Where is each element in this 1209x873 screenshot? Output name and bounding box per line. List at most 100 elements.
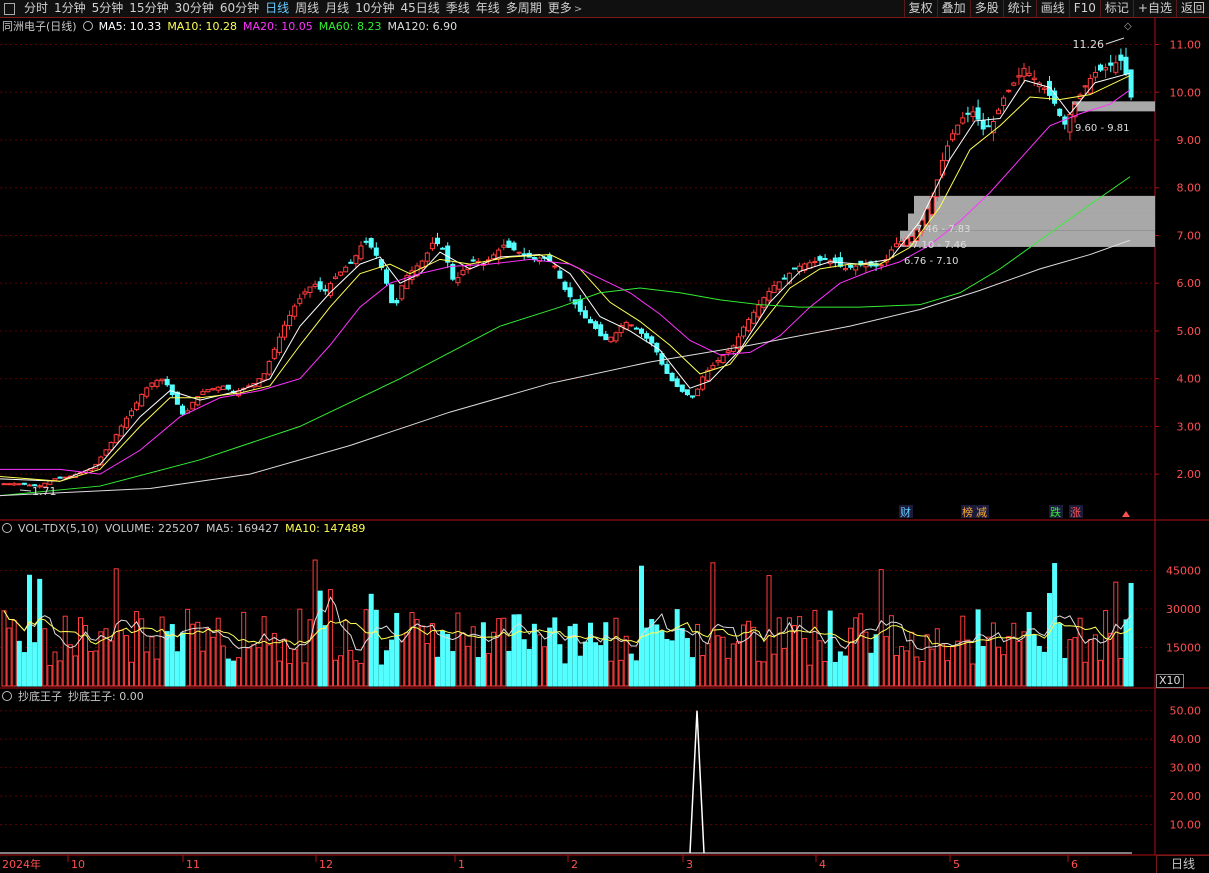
candle-body — [603, 333, 609, 341]
candle-body — [531, 257, 537, 260]
candle-body — [108, 441, 114, 451]
volume-bar — [327, 589, 333, 687]
volume-bar — [970, 663, 976, 687]
volume-bar — [287, 663, 293, 687]
candle-body — [322, 289, 328, 292]
volume-bar — [588, 622, 593, 687]
indicator-settings-icon[interactable] — [2, 691, 12, 701]
candle-body — [577, 299, 583, 312]
volume-bar — [404, 632, 410, 687]
candle-body — [129, 410, 134, 417]
candle-body — [353, 255, 359, 265]
candle-body — [287, 314, 293, 327]
candle-body — [1108, 62, 1114, 66]
volume-bar — [807, 664, 813, 687]
volume-bar — [322, 625, 328, 687]
volume-bar — [200, 650, 206, 687]
candle-body — [812, 261, 818, 264]
volume-bar — [802, 637, 808, 687]
ind-tick-label-1: 20.00 — [1170, 790, 1202, 803]
volume-bar — [608, 660, 614, 687]
main-info-line: 同洲电子(日线) MA5: 10.33 MA10: 10.28 MA20: 10.05… — [2, 20, 469, 34]
volume-bar — [506, 650, 512, 687]
volume-value: VOLUME: 225207 — [104, 522, 200, 535]
volume-bar — [450, 651, 456, 687]
volume-bar — [822, 660, 828, 687]
gap-label-1: 7.46 - 7.83 — [916, 224, 971, 235]
volume-bar — [465, 645, 471, 687]
candle-body — [792, 267, 797, 270]
volume-bar — [654, 624, 660, 687]
candle-body — [669, 372, 675, 382]
volume-bar — [1052, 563, 1058, 687]
volume-bar — [1011, 622, 1017, 687]
candle-body — [945, 145, 950, 161]
volume-bar — [363, 609, 369, 687]
volume-bar — [373, 609, 379, 687]
ind-tick-label-3: 40.00 — [1170, 733, 1202, 746]
volume-bar — [424, 643, 430, 687]
settings-circle-icon[interactable] — [82, 21, 93, 31]
candle-body — [1031, 77, 1037, 81]
volume-bar — [1016, 640, 1022, 687]
candle-body — [1123, 56, 1129, 75]
candle-body — [384, 269, 389, 284]
main-tick-label-9: 11.00 — [1170, 39, 1202, 52]
candle-body — [460, 269, 466, 276]
candle-body — [511, 242, 517, 251]
volume-bar — [57, 660, 63, 687]
candle-body — [292, 305, 298, 317]
volume-bar — [123, 635, 129, 687]
volume-bar — [353, 660, 359, 687]
volume-bar — [715, 635, 721, 687]
volume-bar — [282, 638, 287, 687]
candle-body — [261, 373, 267, 381]
candle-body — [307, 286, 313, 293]
candle-body — [373, 247, 379, 256]
volume-bar — [639, 565, 644, 687]
candle-body — [613, 332, 619, 342]
volume-bar — [21, 652, 27, 687]
x-year-label: 2024年 — [2, 857, 41, 871]
volume-bar — [37, 578, 43, 687]
x-month-label-6: 4 — [819, 858, 826, 871]
candle-body — [1113, 62, 1119, 73]
volume-bar — [919, 661, 925, 687]
candle-body — [220, 385, 226, 391]
candle-body — [215, 386, 221, 391]
volume-bar — [593, 642, 599, 687]
volume-settings-icon[interactable] — [2, 523, 12, 533]
candle-body — [424, 252, 430, 262]
candle-body — [491, 254, 497, 260]
volume-ma5: MA5: 169427 — [205, 522, 280, 535]
volume-bar — [47, 664, 53, 687]
volume-bar — [88, 650, 94, 687]
volume-bar — [618, 659, 624, 687]
main-tick-label-0: 2.00 — [1177, 468, 1202, 481]
volume-bar — [389, 639, 395, 687]
volume-bar — [317, 590, 323, 687]
ma-line-MA5 — [0, 72, 1131, 482]
volume-bar — [1031, 634, 1037, 687]
low-label-pointer — [19, 489, 32, 492]
volume-bar — [1001, 654, 1007, 687]
volume-bar — [486, 653, 491, 687]
candle-body — [271, 348, 277, 359]
candle-body — [822, 257, 828, 261]
candle-body — [985, 125, 991, 128]
candle-body — [588, 319, 593, 324]
volume-bar — [552, 617, 558, 687]
volume-bar — [582, 641, 588, 687]
candle-body — [567, 287, 573, 298]
ind-tick-label-4: 50.00 — [1170, 705, 1202, 718]
volume-bar — [67, 644, 73, 687]
volume-bar — [735, 640, 741, 687]
volume-bar — [996, 646, 1001, 687]
candle-body — [970, 111, 976, 118]
candle-body — [180, 405, 185, 415]
candle-body — [297, 298, 303, 304]
candle-body — [455, 277, 461, 284]
x-month-label-3: 1 — [458, 858, 465, 871]
x-month-label-8: 6 — [1071, 858, 1078, 871]
diamond-icon[interactable]: ◇ — [1124, 21, 1132, 32]
